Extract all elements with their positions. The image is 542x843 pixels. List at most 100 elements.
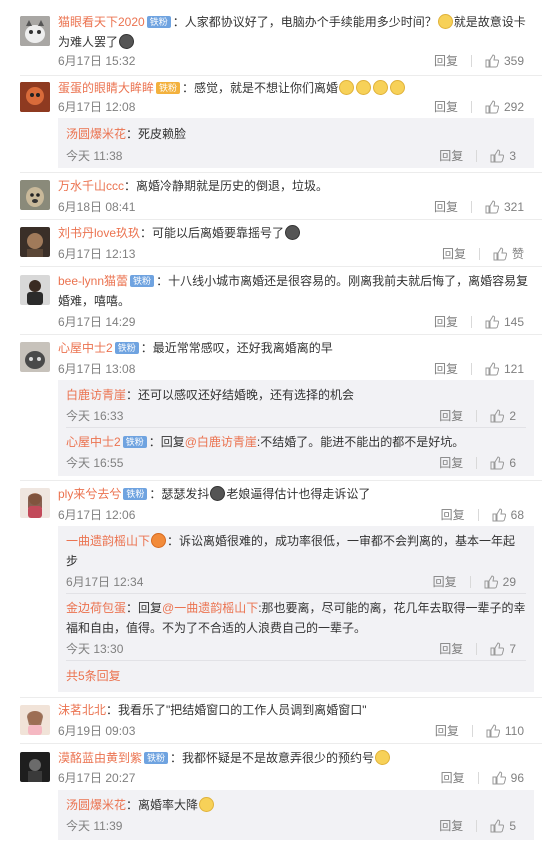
like-count: 145: [503, 314, 524, 329]
fan-badge: 铁粉: [156, 82, 181, 94]
fan-badge: 铁粉: [114, 342, 139, 354]
like-button[interactable]: 110: [486, 724, 524, 738]
mention-link[interactable]: @一曲遗韵榣山下: [162, 601, 258, 615]
username[interactable]: 汤圆爆米花: [66, 127, 126, 141]
reply-button[interactable]: 回复: [435, 722, 459, 739]
reply-button[interactable]: 回复: [442, 245, 466, 262]
username[interactable]: 刘书丹love玖玖: [58, 226, 140, 240]
comment-actions: 回复 359: [434, 52, 524, 69]
avatar[interactable]: [20, 342, 50, 372]
like-button[interactable]: 29: [484, 575, 516, 589]
comment-text: 心屋中士2 铁粉 ：最近常常感叹，还好我离婚离的早: [58, 341, 333, 355]
timestamp: 6月18日 08:41: [58, 200, 136, 214]
mention-link[interactable]: @白鹿访青崖: [185, 435, 257, 449]
reply-actions: 回复 3: [439, 147, 516, 164]
like-count: 7: [509, 641, 516, 656]
reply-actions: 回复 6: [439, 454, 516, 471]
username[interactable]: 金边荷包蛋: [66, 601, 126, 615]
reply-button[interactable]: 回复: [434, 52, 458, 69]
reply-actions: 回复 29: [433, 573, 516, 590]
reply-button[interactable]: 回复: [441, 769, 465, 786]
reply-button[interactable]: 回复: [433, 573, 457, 590]
username[interactable]: 猫眼看天下2020: [58, 15, 145, 29]
like-button[interactable]: 359: [485, 54, 524, 68]
reply-button[interactable]: 回复: [434, 313, 458, 330]
like-button[interactable]: 321: [485, 200, 524, 214]
thumbs-up-icon: [490, 148, 505, 162]
reply-text: 白鹿访青崖：还可以感叹还好结婚晚，还有选择的机会: [66, 388, 355, 402]
like-button[interactable]: 145: [485, 315, 524, 329]
like-button[interactable]: 2: [490, 409, 516, 423]
username[interactable]: 心屋中士2: [66, 435, 121, 449]
timestamp: 6月19日 09:03: [58, 724, 136, 738]
reply-button[interactable]: 回复: [439, 640, 463, 657]
username[interactable]: 白鹿访青崖: [66, 388, 126, 402]
reply-text: 汤圆爆米花：离婚率大降: [66, 795, 526, 815]
like-button[interactable]: 7: [490, 642, 516, 656]
reply-text: 心屋中士2 铁粉 ：回复@白鹿访青崖:不结婚了。能进不能出的都不是好坑。: [66, 435, 465, 449]
timestamp: 今天 16:55: [66, 456, 124, 470]
reply-button[interactable]: 回复: [439, 147, 463, 164]
like-button[interactable]: 5: [490, 819, 516, 833]
username[interactable]: 漠酩蓝由黄到紫: [58, 751, 142, 765]
like-count: 110: [504, 723, 524, 738]
reply-button[interactable]: 回复: [434, 98, 458, 115]
reply-actions: 回复 2: [439, 407, 516, 424]
reply-text: 金边荷包蛋：回复@一曲遗韵榣山下:那也要离，尽可能的离，花几年去取得一辈子的幸福…: [66, 601, 526, 635]
emoji-icon: [375, 750, 391, 765]
thumbs-up-icon: [493, 246, 507, 260]
reply-button[interactable]: 回复: [439, 817, 463, 834]
avatar[interactable]: [20, 752, 50, 782]
like-button[interactable]: 赞: [493, 245, 524, 262]
divider: [470, 100, 472, 113]
avatar[interactable]: [20, 16, 50, 46]
thumbs-up-icon: [485, 53, 499, 67]
avatar[interactable]: [20, 488, 50, 518]
like-button[interactable]: 68: [492, 508, 524, 522]
avatar[interactable]: [20, 180, 50, 210]
like-button[interactable]: 6: [490, 456, 516, 470]
reply-text: 一曲遗韵榣山下 ：诉讼离婚很难的，成功率很低，一审都不会判离的，基本一年起步: [66, 533, 516, 568]
reply-button[interactable]: 回复: [434, 198, 458, 215]
avatar[interactable]: [20, 275, 50, 305]
thumbs-up-icon: [490, 455, 505, 469]
like-count: 121: [503, 361, 524, 376]
username[interactable]: bee-lynn猫蕾: [58, 274, 128, 288]
more-replies-link[interactable]: 共5条回复: [66, 666, 526, 686]
divider: [469, 575, 471, 588]
like-count: 96: [510, 770, 524, 785]
avatar[interactable]: [20, 705, 50, 735]
reply-actions: 回复 5: [439, 817, 516, 834]
reply-text: 汤圆爆米花：死皮赖脸: [66, 127, 187, 141]
username[interactable]: 汤圆爆米花: [66, 798, 126, 812]
like-button[interactable]: 292: [485, 100, 524, 114]
reply-button[interactable]: 回复: [439, 407, 463, 424]
username[interactable]: 沫茗北北: [58, 703, 106, 717]
emoji-icon: [199, 797, 215, 812]
thumbs-up-icon: [486, 723, 500, 737]
timestamp: 6月17日 12:13: [58, 247, 136, 261]
username[interactable]: 心屋中士2: [58, 341, 113, 355]
avatar[interactable]: [20, 227, 50, 257]
like-button[interactable]: 3: [490, 149, 516, 163]
reply-button[interactable]: 回复: [434, 360, 458, 377]
like-count: 6: [509, 455, 516, 470]
divider: [478, 247, 480, 260]
divider: [20, 266, 542, 267]
username[interactable]: ply来兮去兮: [58, 487, 121, 501]
comment-text: 猫眼看天下2020 铁粉 ：人家都协议好了，电脑办个手续能用多少时间？ 就是故意设卡为…: [58, 14, 526, 49]
username[interactable]: 一曲遗韵榣山下: [66, 534, 150, 548]
like-button[interactable]: 121: [485, 362, 524, 376]
like-button[interactable]: 96: [492, 771, 524, 785]
username[interactable]: 万水千山ccc: [58, 179, 124, 193]
username[interactable]: 蛋蛋的眼睛大眸眸: [58, 81, 154, 95]
like-count: 3: [509, 148, 516, 163]
timestamp: 6月17日 15:32: [58, 54, 136, 68]
divider: [470, 315, 472, 328]
divider: [470, 200, 472, 213]
reply-button[interactable]: 回复: [439, 454, 463, 471]
avatar[interactable]: [20, 82, 50, 112]
reply-button[interactable]: 回复: [441, 506, 465, 523]
emoji-icon: [373, 80, 389, 95]
timestamp: 今天 11:39: [66, 819, 123, 833]
